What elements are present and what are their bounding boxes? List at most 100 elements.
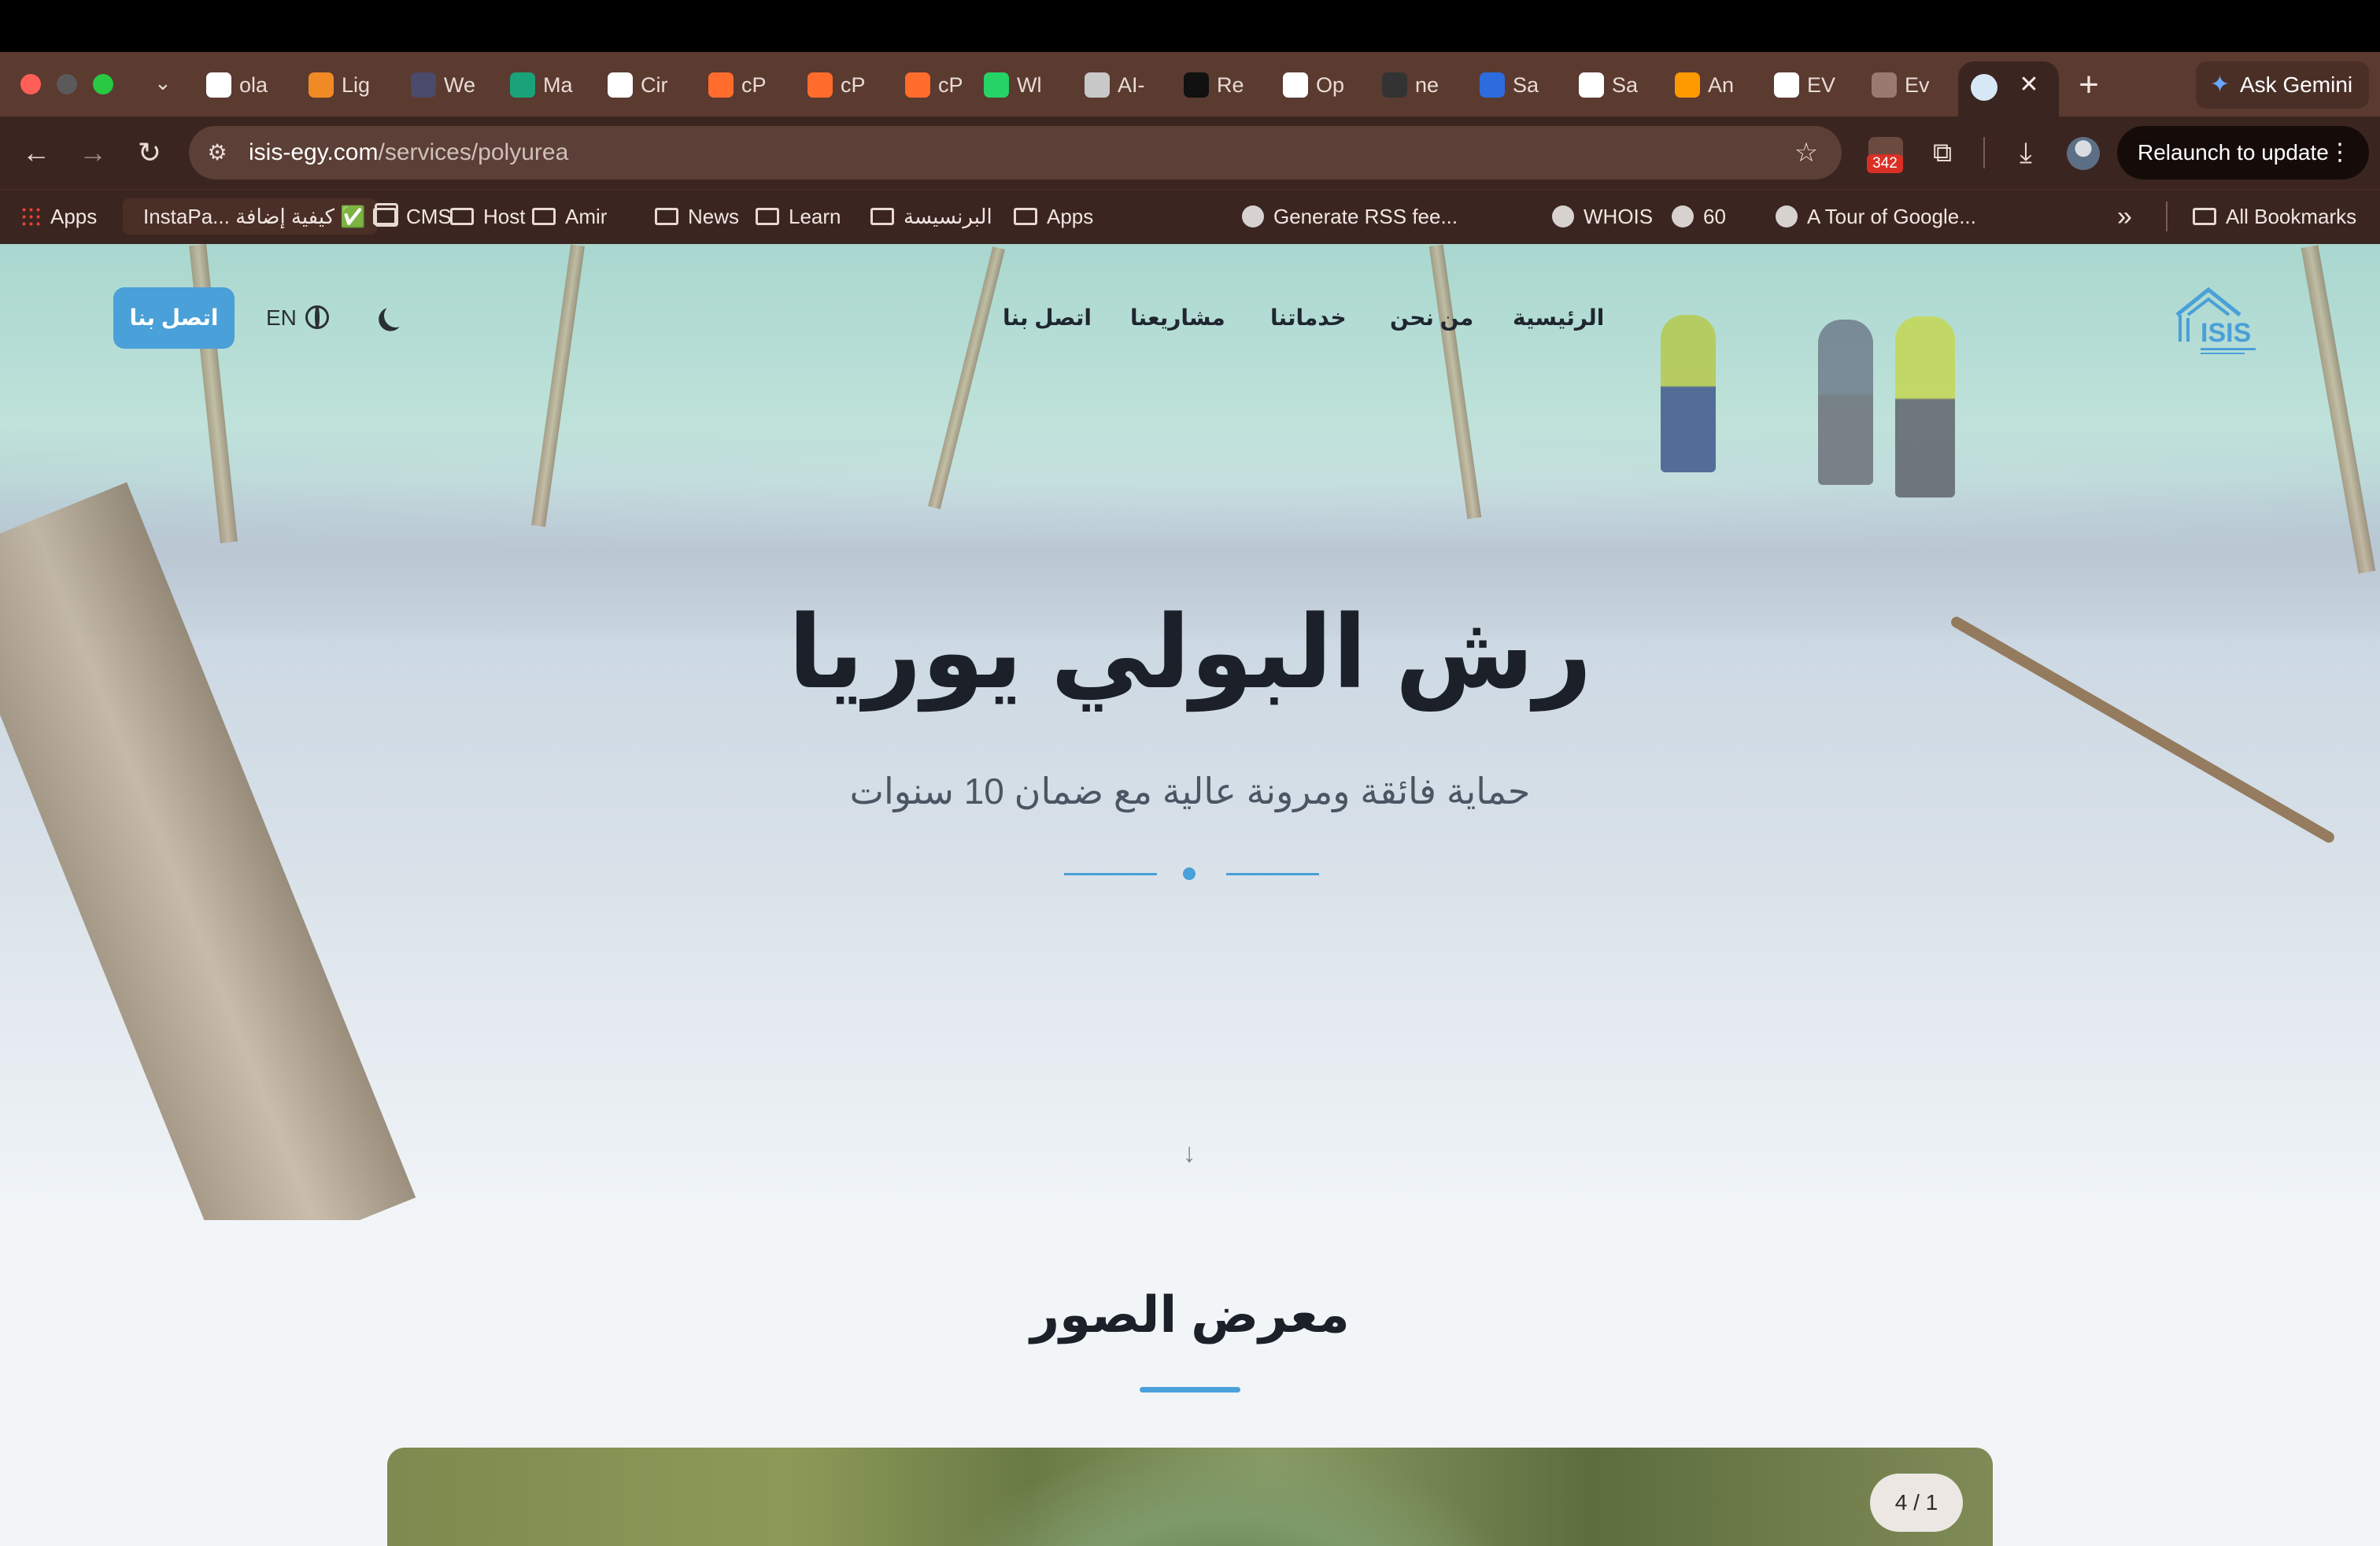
circle-check-icon [1774,72,1799,98]
gemini-sparkle-icon: ✦ [2210,72,2230,98]
tab-label: Lig [342,72,371,97]
bookmark-label: InstaPa... كيفية إضافة ✅ [143,204,366,228]
tab-label: cP [741,72,767,97]
worker-figure [1895,316,1955,497]
site-settings-icon[interactable]: ⚙ [203,139,231,167]
minimize-window-button[interactable] [57,74,77,94]
bookmark-item[interactable]: A Tour of Google... [1776,189,1976,244]
re-icon [1184,72,1209,98]
tab-label: Ma [543,72,573,97]
bookmark-label: CMS [406,204,452,228]
tab-groups-grid-icon[interactable] [375,203,398,227]
bookmark-label: Apps [1047,204,1094,228]
tab[interactable]: ne [1382,63,1464,107]
tab-label: We [444,72,476,97]
toolbar-divider [1983,137,1985,168]
tab[interactable]: Sa [1579,63,1661,107]
tab-active[interactable]: ✕ [1958,61,2059,117]
folder-icon [2193,208,2216,225]
globe-icon[interactable] [305,305,329,329]
tab[interactable]: cP [808,63,889,107]
mac-menu-bar [0,0,2380,52]
bookmark-item[interactable]: WHOIS [1552,189,1653,244]
close-window-button[interactable] [20,74,41,94]
cpanel-icon [708,72,734,98]
scroll-down-arrow-icon[interactable]: ↓ [1177,1138,1201,1170]
bookmark-item[interactable]: 60 [1672,189,1726,244]
tab[interactable]: AI- [1085,63,1166,107]
bookmarks-overflow-icon[interactable]: » [2117,197,2132,236]
hero-subtitle: حماية فائقة ومرونة عالية مع ضمان 10 سنوا… [849,771,1531,812]
hero-divider-dot [1183,867,1196,880]
cpanel-icon [905,72,930,98]
bookmark-label: Host [483,204,526,228]
isis-logo[interactable]: ISIS [2172,283,2267,359]
maximize-window-button[interactable] [93,74,113,94]
tab[interactable]: Wl [984,63,1066,107]
bookmark-favicon-icon [1552,205,1574,227]
profile-avatar[interactable] [2067,137,2100,170]
bookmark-item[interactable]: Learn [756,189,841,244]
tab[interactable]: Ma [510,63,592,107]
bookmark-label: Amir [565,204,608,228]
logo-text: ISIS [2201,318,2251,348]
tab[interactable]: cP [708,63,790,107]
tab[interactable]: Ev [1872,63,1953,107]
extensions-puzzle-icon[interactable]: ⧉ [1919,129,1966,176]
tab[interactable]: Re [1184,63,1266,107]
close-tab-icon[interactable]: ✕ [2015,69,2043,101]
tab[interactable]: Op [1283,63,1365,107]
nav-contact[interactable]: اتصل بنا [1003,302,1092,334]
bookmark-favicon-icon [1242,205,1264,227]
amazon-icon [1675,72,1700,98]
tab-label: An [1708,72,1735,97]
bookmark-item[interactable]: Apps [20,189,97,244]
nav-services[interactable]: خدماتنا [1270,302,1347,334]
more-menu-icon[interactable]: ⋮ [2328,126,2352,179]
relaunch-label: Relaunch to update [2138,140,2329,165]
bookmark-item[interactable]: Amir [532,189,607,244]
url-text[interactable]: isis-egy.com/services/polyurea [249,126,568,179]
relaunch-button[interactable]: Relaunch to update ⋮ [2117,126,2369,179]
ask-gemini-button[interactable]: ✦ Ask Gemini [2196,61,2369,109]
tab[interactable]: An [1675,63,1757,107]
bookmark-favicon-icon [1672,205,1694,227]
tab[interactable]: Cir [608,63,689,107]
nav-projects[interactable]: مشاريعنا [1130,302,1225,334]
tab[interactable]: cP [905,63,987,107]
bookmark-item[interactable]: Host [450,189,525,244]
tab-label: Re [1217,72,1244,97]
bookmark-item[interactable]: InstaPa... كيفية إضافة ✅ [123,198,377,235]
bookmark-label: Learn [789,204,841,228]
new-tab-button[interactable]: + [2067,63,2111,107]
forward-arrow-icon[interactable]: → [69,129,116,176]
tab[interactable]: ola [206,63,288,107]
nav-home[interactable]: الرئيسية [1513,302,1604,334]
ai-icon [1085,72,1110,98]
ev-icon [1872,72,1897,98]
bookmark-item[interactable]: Apps [1014,189,1093,244]
all-bookmarks-button[interactable]: All Bookmarks [2193,189,2356,244]
web-page: اتصل بنا EN الرئيسية من نحن خدماتنا مشار… [0,244,2380,1546]
bookmark-item[interactable]: Generate RSS fee... [1242,189,1458,244]
tab-search-chevron-icon[interactable]: ⌄ [154,71,178,94]
nav-about[interactable]: من نحن [1390,302,1473,334]
back-arrow-icon[interactable]: ← [13,129,60,176]
bookmark-item[interactable]: البرنسيسة [870,189,992,244]
tab[interactable]: Lig [309,63,390,107]
contact-us-button[interactable]: اتصل بنا [113,287,235,349]
github-icon [206,72,231,98]
downloads-icon[interactable]: ⤓ [2002,129,2049,176]
extension-icon[interactable]: 342 [1867,137,1903,173]
bookmark-item[interactable]: News [655,189,739,244]
bookmark-star-icon[interactable]: ☆ [1783,129,1830,176]
reload-icon[interactable]: ↻ [126,129,173,176]
bookmark-label: 60 [1703,204,1726,228]
tab-label: EV [1807,72,1836,97]
tab[interactable]: Sa [1480,63,1561,107]
tab[interactable]: EV [1774,63,1856,107]
tab-label: Wl [1017,72,1042,97]
bookmarks-divider [2166,202,2168,231]
tab[interactable]: We [411,63,493,107]
language-toggle[interactable]: EN [266,299,297,337]
